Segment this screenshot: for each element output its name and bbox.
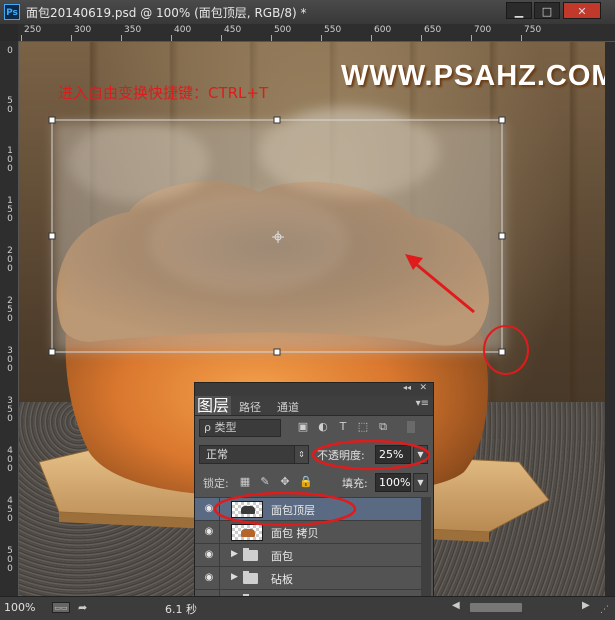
ruler-label: 150 [7, 196, 13, 224]
ruler-tick [371, 35, 372, 41]
transform-handle-top-middle[interactable] [273, 116, 281, 124]
status-info-text[interactable]: 6.1 秒 [165, 601, 197, 617]
layers-panel: ◂◂ ✕ 图层 路径 通道 ▾≡ ρ 类型 ▣ ◐ T ⬚ ⧉ 正常 ⇕ 不透明… [194, 382, 434, 619]
ruler-tick [171, 35, 172, 41]
ruler-label: 50 [7, 96, 13, 115]
minimize-button[interactable]: ▁ [506, 2, 532, 19]
scroll-right-arrow-icon[interactable]: ▶ [582, 600, 590, 611]
ruler-label: 600 [374, 25, 392, 35]
ruler-label: 300 [74, 25, 92, 35]
photoshop-app-icon: Ps [4, 4, 20, 20]
close-button[interactable]: ✕ [563, 2, 601, 19]
ruler-label: 700 [474, 25, 492, 35]
ruler-label: 250 [7, 296, 13, 324]
canvas-vertical-scrollbar[interactable] [605, 42, 615, 596]
transform-handle-middle-right[interactable] [498, 232, 506, 240]
transform-handle-top-left[interactable] [48, 116, 56, 124]
ruler-label: 200 [7, 246, 13, 274]
transform-handle-bottom-left[interactable] [48, 348, 56, 356]
ruler-label: 350 [7, 396, 13, 424]
vertical-ruler[interactable]: 050100150200250300350400450500550 [0, 41, 19, 596]
ruler-label: 450 [7, 496, 13, 524]
ruler-origin[interactable] [0, 24, 18, 41]
document-title: 面包20140619.psd @ 100% (面包顶层, RGB/8) * [26, 6, 307, 20]
ruler-label: 300 [7, 346, 13, 374]
ruler-label: 350 [124, 25, 142, 35]
status-bar: 100% ▭▭ ➦ 6.1 秒 ◀ ▶ ⋰ [0, 596, 615, 620]
ruler-tick [71, 35, 72, 41]
document-profile-icon[interactable]: ▭▭ [52, 602, 70, 613]
panel-annotations [213, 439, 431, 527]
zoom-level-field[interactable]: 100% [4, 601, 35, 614]
ruler-tick [521, 35, 522, 41]
horizontal-scroll-thumb[interactable] [470, 603, 522, 612]
ruler-tick [121, 35, 122, 41]
ruler-tick [271, 35, 272, 41]
horizontal-ruler[interactable]: 250 300 350 400 450 500 550 600 650 700 750 [18, 24, 615, 42]
ruler-tick [471, 35, 472, 41]
ruler-label: 500 [7, 546, 13, 574]
ruler-tick [321, 35, 322, 41]
ruler-label: 250 [24, 25, 42, 35]
ruler-label: 650 [424, 25, 442, 35]
ruler-label: 750 [524, 25, 542, 35]
site-watermark: WWW.PSAHZ.COM [341, 60, 615, 92]
share-arrow-icon[interactable]: ➦ [78, 601, 87, 614]
scroll-left-arrow-icon[interactable]: ◀ [452, 600, 460, 611]
ruler-tick [221, 35, 222, 41]
annotation-circle-opacity [311, 439, 431, 471]
ruler-label: 0 [7, 46, 13, 56]
transform-handle-middle-left[interactable] [48, 232, 56, 240]
ruler-tick [21, 35, 22, 41]
ruler-label: 400 [7, 446, 13, 474]
ruler-label: 500 [274, 25, 292, 35]
transform-handle-top-right[interactable] [498, 116, 506, 124]
transform-handle-bottom-right[interactable] [498, 348, 506, 356]
resize-grip-icon[interactable]: ⋰ [600, 605, 609, 615]
ruler-label: 100 [7, 146, 13, 174]
ruler-label: 550 [324, 25, 342, 35]
steam-smoke [54, 107, 504, 352]
transform-handle-bottom-middle[interactable] [273, 348, 281, 356]
annotation-circle-selected-layer [213, 491, 357, 527]
ruler-label: 400 [174, 25, 192, 35]
ruler-tick [421, 35, 422, 41]
maximize-button[interactable]: □ [534, 2, 560, 19]
ruler-label: 450 [224, 25, 242, 35]
shortcut-hint-text: 进入自由变换快捷键：CTRL+T [58, 84, 269, 102]
title-bar: Ps 面包20140619.psd @ 100% (面包顶层, RGB/8) *… [0, 0, 615, 25]
